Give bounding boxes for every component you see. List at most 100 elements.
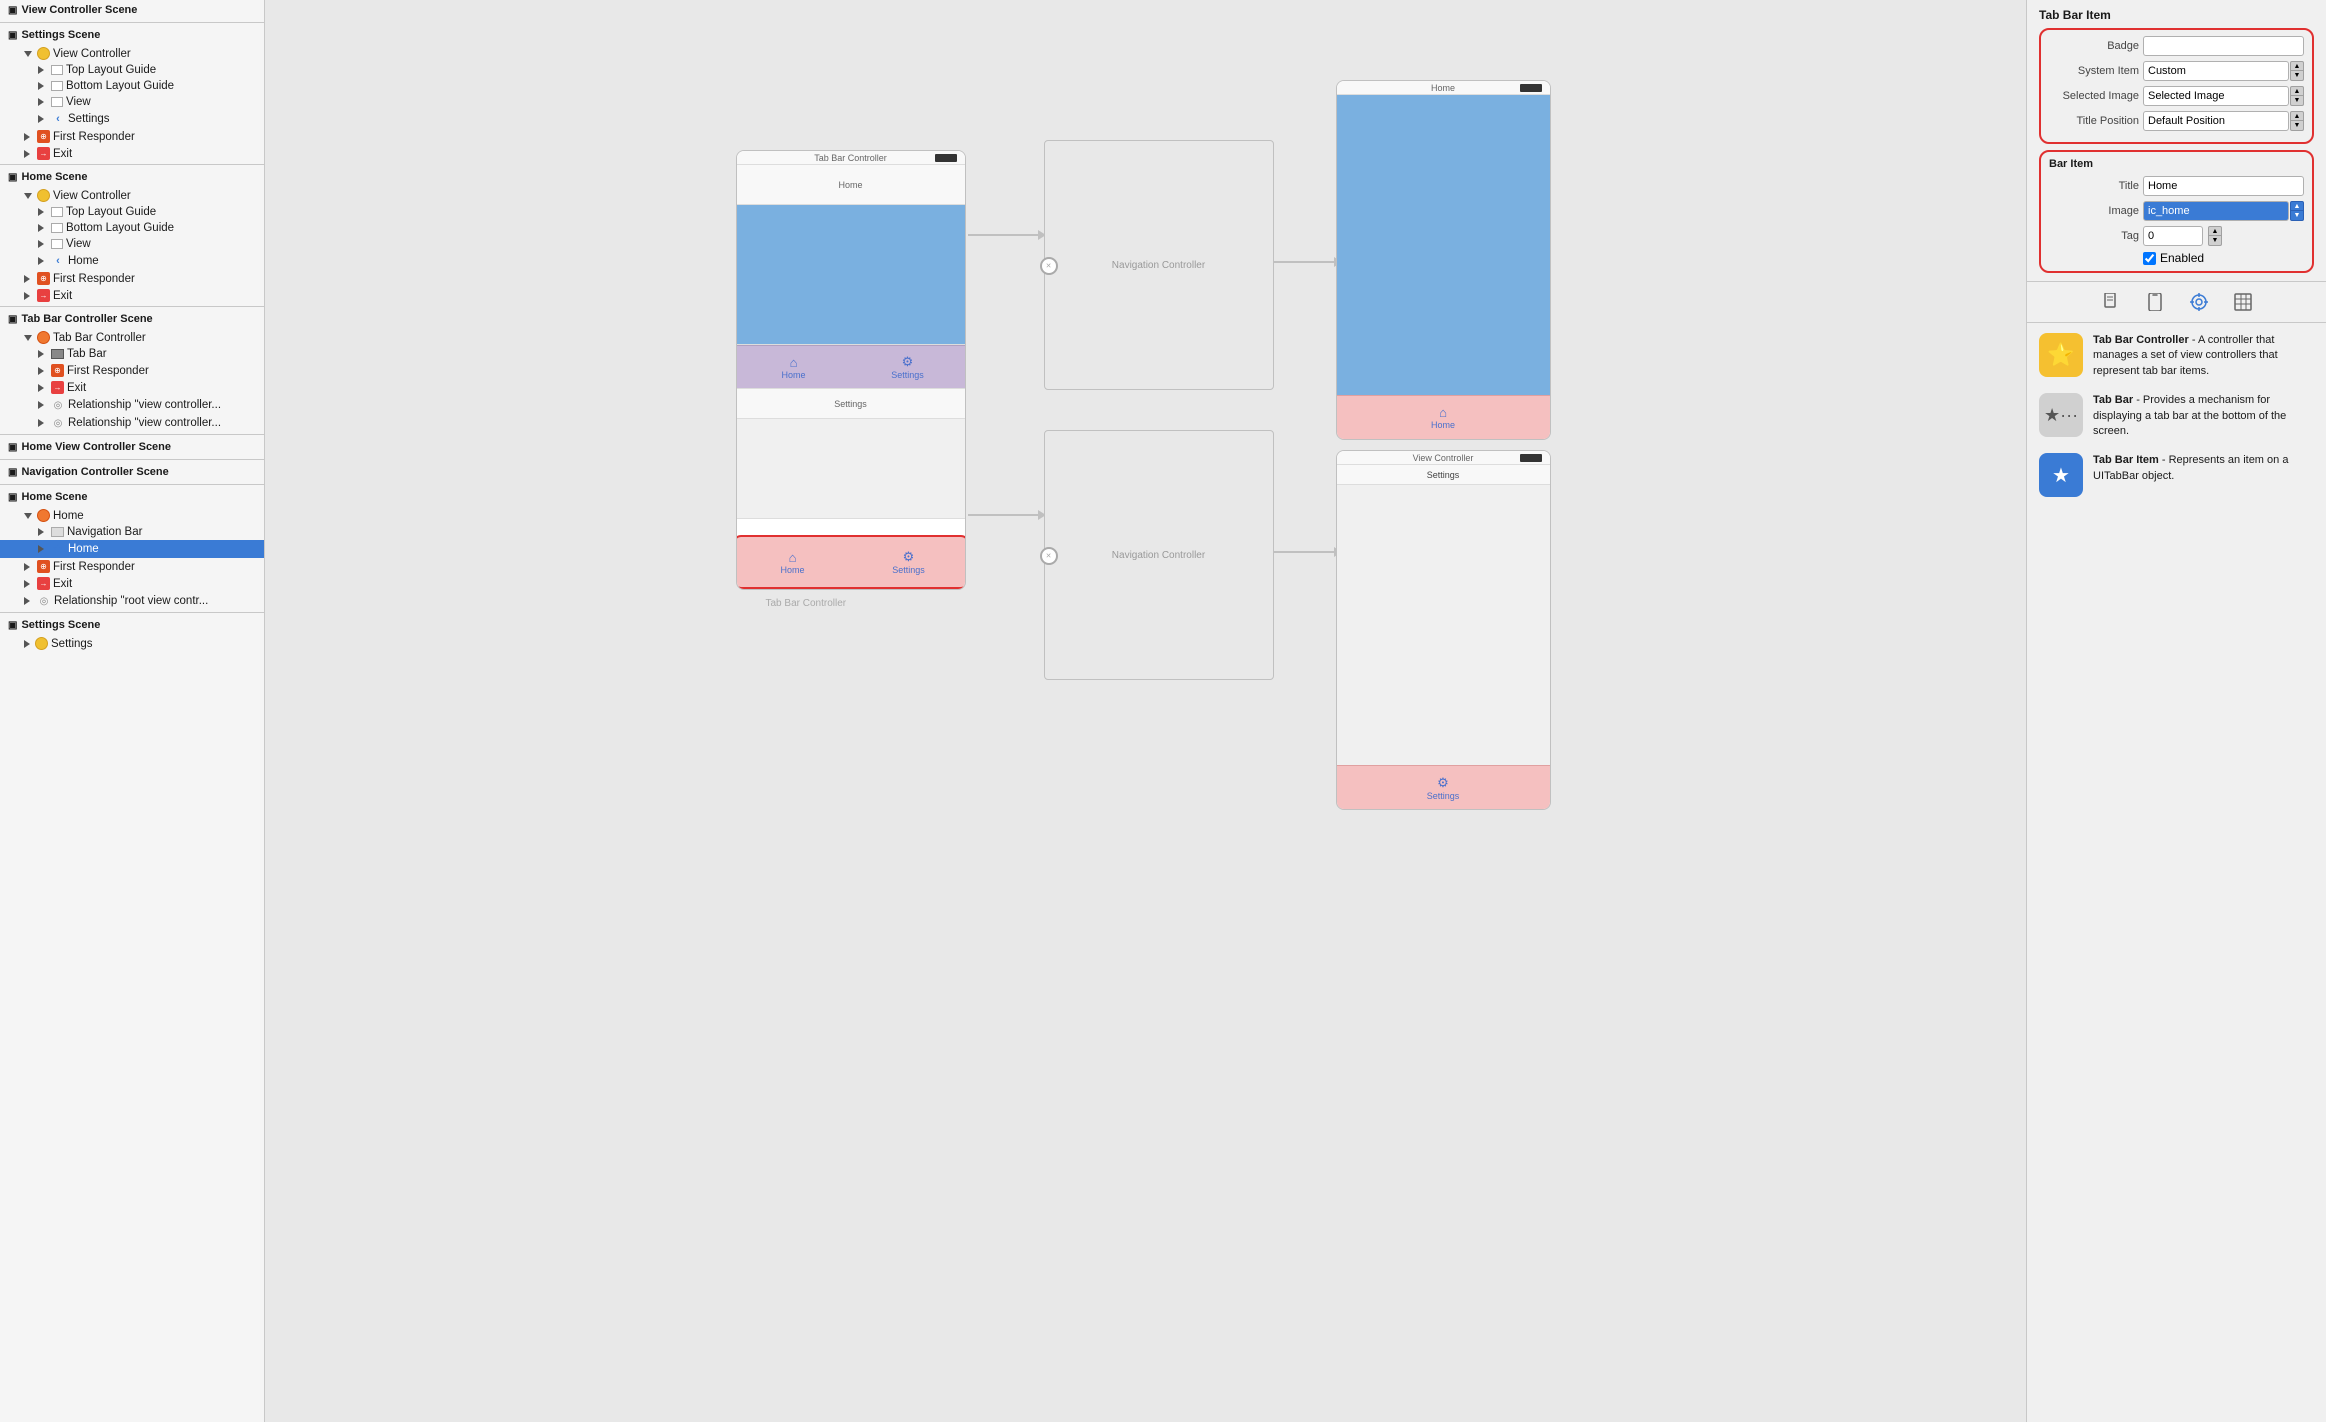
view-icon (51, 97, 63, 107)
selected-image-stepper: ▲ ▼ (2290, 86, 2304, 106)
item-label: First Responder (53, 561, 135, 573)
tag-stepper-down[interactable]: ▼ (2208, 236, 2222, 246)
scene-tab-bar-controller-scene[interactable]: ▣ Tab Bar Controller Scene (0, 309, 264, 329)
tree-top-layout-home[interactable]: Top Layout Guide (0, 204, 264, 220)
scene-home-scene-1[interactable]: ▣ Home Scene (0, 167, 264, 187)
tree-navigation-bar[interactable]: Navigation Bar (0, 524, 264, 540)
selected-image-select[interactable]: Selected Image (2143, 86, 2289, 106)
tree-tab-bar[interactable]: Tab Bar (0, 346, 264, 362)
toolbar-phone-icon[interactable] (2143, 290, 2167, 314)
nav-bar-icon (51, 527, 64, 537)
scene-settings-scene[interactable]: ▣ Settings Scene (0, 25, 264, 45)
badge-input[interactable] (2143, 36, 2304, 56)
tree-tab-bar-controller[interactable]: Tab Bar Controller (0, 329, 264, 346)
tree-home-nav-controller[interactable]: Home (0, 507, 264, 524)
scene-label: Home View Controller Scene (21, 441, 171, 453)
item-label: First Responder (53, 273, 135, 285)
tree-exit-tbc[interactable]: → Exit (0, 379, 264, 396)
tree-relationship-1[interactable]: ◎ Relationship "view controller... (0, 396, 264, 414)
scene-label: View Controller Scene (21, 4, 137, 16)
scene-home-vc-scene[interactable]: ▣ Home View Controller Scene (0, 437, 264, 457)
title-position-wrapper: Default Position ▲ ▼ (2143, 111, 2304, 131)
tree-first-responder-settings[interactable]: ⊕ First Responder (0, 128, 264, 145)
tree-first-responder-home2[interactable]: ⊕ First Responder (0, 558, 264, 575)
scene-settings-scene-2[interactable]: ▣ Settings Scene (0, 615, 264, 635)
scene-icon: ▣ (8, 467, 17, 478)
bar-tag-input[interactable] (2143, 226, 2203, 246)
tree-bottom-layout-home[interactable]: Bottom Layout Guide (0, 220, 264, 236)
stepper-down[interactable]: ▼ (2290, 71, 2304, 81)
tab-bar-icon (51, 349, 64, 359)
stepper-up-4[interactable]: ▲ (2290, 201, 2304, 211)
settings-tab-device-btn[interactable]: ⚙ Settings (1337, 766, 1550, 809)
layout-icon (51, 81, 63, 91)
item-label: Home (68, 255, 99, 267)
item-label: First Responder (67, 365, 149, 377)
tree-view-controller-home[interactable]: View Controller (0, 187, 264, 204)
stepper-down-4[interactable]: ▼ (2290, 211, 2304, 221)
stepper-up-3[interactable]: ▲ (2290, 111, 2304, 121)
tree-settings-nav[interactable]: ‹ Settings (0, 110, 264, 128)
exit-icon: → (37, 289, 50, 302)
enabled-checkbox[interactable] (2143, 252, 2156, 265)
desc-icon-tbc: ⭐ (2039, 333, 2083, 377)
tree-exit-home[interactable]: → Exit (0, 287, 264, 304)
tree-exit-settings[interactable]: → Exit (0, 145, 264, 162)
tree-exit-home2[interactable]: → Exit (0, 575, 264, 592)
tree-top-layout[interactable]: Top Layout Guide (0, 62, 264, 78)
scene-icon: ▣ (8, 30, 17, 41)
tree-view-settings[interactable]: View (0, 94, 264, 110)
arrow-1 (968, 230, 1046, 240)
tree-first-responder-tbc[interactable]: ⊕ First Responder (0, 362, 264, 379)
canvas: Tab Bar Controller Home ⌂ Home (265, 0, 2026, 1422)
tree-view-home[interactable]: View (0, 236, 264, 252)
device-title-bar: Tab Bar Controller (737, 151, 965, 165)
home-device-top-bar: Home (1337, 81, 1550, 95)
layout-icon (51, 65, 63, 75)
item-label: View (66, 238, 91, 250)
tree-first-responder-home[interactable]: ⊕ First Responder (0, 270, 264, 287)
stepper-down-3[interactable]: ▼ (2290, 121, 2304, 131)
system-item-row: System Item Custom ▲ ▼ (2049, 61, 2304, 81)
tree-home-nav[interactable]: ‹ Home (0, 252, 264, 270)
scene-icon: ▣ (8, 492, 17, 503)
toolbar-target-icon[interactable] (2187, 290, 2211, 314)
layout-icon (51, 207, 63, 217)
toolbar-table-icon[interactable] (2231, 290, 2255, 314)
tree-relationship-2[interactable]: ◎ Relationship "view controller... (0, 414, 264, 432)
tree-relationship-root[interactable]: ◎ Relationship "root view contr... (0, 592, 264, 610)
scene-nav-controller-scene[interactable]: ▣ Navigation Controller Scene (0, 462, 264, 482)
status-rect (1520, 84, 1542, 92)
scene-label: Settings Scene (21, 29, 100, 41)
tab-home-btn[interactable]: ⌂ Home (737, 346, 851, 388)
tag-stepper-up[interactable]: ▲ (2208, 226, 2222, 236)
stepper-down-2[interactable]: ▼ (2290, 96, 2304, 106)
home-tab-btn[interactable]: ⌂ Home (1337, 396, 1550, 439)
tree-settings-2[interactable]: Settings (0, 635, 264, 652)
bar-image-select[interactable]: ic_home (2143, 201, 2289, 221)
settings-tab-bar-pink: ⚙ Settings (1337, 765, 1550, 809)
scene-home-scene-2[interactable]: ▣ Home Scene (0, 487, 264, 507)
device-title-label: Tab Bar Controller (814, 153, 887, 163)
tab-home-highlighted[interactable]: ⌂ Home (736, 537, 851, 587)
stepper-up-2[interactable]: ▲ (2290, 86, 2304, 96)
tree-bottom-layout[interactable]: Bottom Layout Guide (0, 78, 264, 94)
settings-tab-icon: ⚙ (902, 354, 914, 370)
relationship-icon: ◎ (37, 594, 51, 608)
item-label: View Controller (53, 190, 131, 202)
system-item-select[interactable]: Custom (2143, 61, 2289, 81)
bar-title-input[interactable] (2143, 176, 2304, 196)
desc-title-tb: Tab Bar (2093, 394, 2133, 406)
tab-settings-highlighted[interactable]: ⚙ Settings (851, 537, 966, 587)
stepper-up[interactable]: ▲ (2290, 61, 2304, 71)
tree-home-star[interactable]: ★ Home (0, 540, 264, 558)
tab-settings-btn[interactable]: ⚙ Settings (851, 346, 965, 388)
title-position-select[interactable]: Default Position (2143, 111, 2289, 131)
badge-row: Badge (2049, 36, 2304, 56)
item-label: View Controller (53, 48, 131, 60)
toolbar-doc-icon[interactable] (2099, 290, 2123, 314)
home-content-area (1337, 95, 1550, 395)
scene-view-controller-scene[interactable]: ▣ View Controller Scene (0, 0, 264, 20)
arrow-3 (1274, 257, 1342, 267)
tree-view-controller-settings[interactable]: View Controller (0, 45, 264, 62)
